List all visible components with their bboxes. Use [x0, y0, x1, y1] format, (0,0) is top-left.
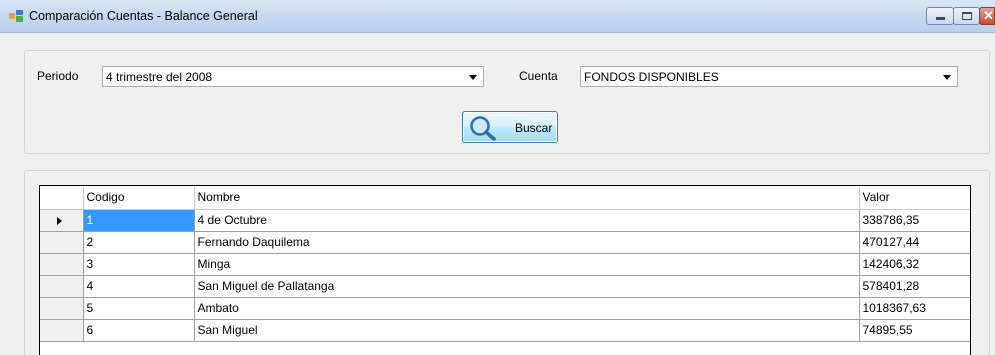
- row-header[interactable]: [40, 318, 84, 342]
- results-table: Codigo Nombre Valor 1 4 de Octubre 33878…: [40, 186, 970, 342]
- cell-nombre[interactable]: San Miguel de Pallatanga: [193, 274, 860, 298]
- table-row[interactable]: 5 Ambato 1018367,63: [40, 296, 970, 320]
- row-header[interactable]: [40, 274, 84, 298]
- table-row[interactable]: 6 San Miguel 74895,55: [40, 318, 970, 342]
- cuenta-value: FONDOS DISPONIBLES: [584, 70, 719, 84]
- minimize-icon: [936, 17, 945, 20]
- column-header-valor[interactable]: Valor: [858, 186, 970, 210]
- maximize-button[interactable]: [953, 7, 980, 25]
- cell-valor[interactable]: 338786,35: [858, 208, 970, 232]
- cell-valor[interactable]: 578401,28: [858, 274, 970, 298]
- cuenta-label: Cuenta: [519, 69, 558, 83]
- column-header-codigo[interactable]: Codigo: [82, 186, 195, 210]
- table-row[interactable]: 2 Fernando Daquilema 470127,44: [40, 230, 970, 254]
- app-icon: [9, 10, 23, 22]
- cuenta-select[interactable]: FONDOS DISPONIBLES: [580, 66, 958, 87]
- header-row: Codigo Nombre Valor: [40, 186, 970, 210]
- row-header-corner: [40, 186, 84, 210]
- periodo-value: 4 trimestre del 2008: [106, 70, 213, 84]
- cell-codigo[interactable]: 5: [82, 296, 195, 320]
- cell-valor[interactable]: 1018367,63: [858, 296, 970, 320]
- table-row[interactable]: 3 Minga 142406,32: [40, 252, 970, 276]
- cell-valor[interactable]: 142406,32: [858, 252, 970, 276]
- row-header-current[interactable]: [40, 208, 84, 232]
- cell-nombre[interactable]: 4 de Octubre: [193, 208, 860, 232]
- maximize-icon: [962, 12, 972, 20]
- cell-codigo[interactable]: 2: [82, 230, 195, 254]
- cell-valor[interactable]: 470127,44: [858, 230, 970, 254]
- column-header-nombre[interactable]: Nombre: [193, 186, 860, 210]
- cell-nombre[interactable]: Fernando Daquilema: [193, 230, 860, 254]
- buscar-button[interactable]: Buscar: [462, 111, 558, 143]
- chevron-down-icon[interactable]: [943, 75, 951, 80]
- table-row[interactable]: 1 4 de Octubre 338786,35: [40, 208, 970, 232]
- cell-valor[interactable]: 74895,55: [858, 318, 970, 342]
- chevron-down-icon[interactable]: [469, 75, 477, 80]
- cell-codigo[interactable]: 1: [82, 208, 195, 232]
- results-grid[interactable]: Codigo Nombre Valor 1 4 de Octubre 33878…: [39, 185, 971, 355]
- row-header[interactable]: [40, 230, 84, 254]
- minimize-button[interactable]: [926, 7, 954, 25]
- cell-nombre[interactable]: Minga: [193, 252, 860, 276]
- periodo-label: Periodo: [37, 69, 79, 83]
- cell-nombre[interactable]: Ambato: [193, 296, 860, 320]
- close-icon: ✕: [983, 8, 994, 23]
- cell-codigo[interactable]: 4: [82, 274, 195, 298]
- cell-codigo[interactable]: 6: [82, 318, 195, 342]
- table-row[interactable]: 4 San Miguel de Pallatanga 578401,28: [40, 274, 970, 298]
- window-title: Comparación Cuentas - Balance General: [29, 9, 258, 23]
- periodo-select[interactable]: 4 trimestre del 2008: [102, 66, 484, 87]
- buscar-label: Buscar: [515, 121, 553, 135]
- row-header[interactable]: [40, 252, 84, 276]
- close-button[interactable]: ✕: [979, 7, 995, 25]
- search-icon: [470, 116, 496, 141]
- row-header[interactable]: [40, 296, 84, 320]
- cell-codigo[interactable]: 3: [82, 252, 195, 276]
- title-bar: Comparación Cuentas - Balance General ✕: [0, 0, 995, 33]
- cell-nombre[interactable]: San Miguel: [193, 318, 860, 342]
